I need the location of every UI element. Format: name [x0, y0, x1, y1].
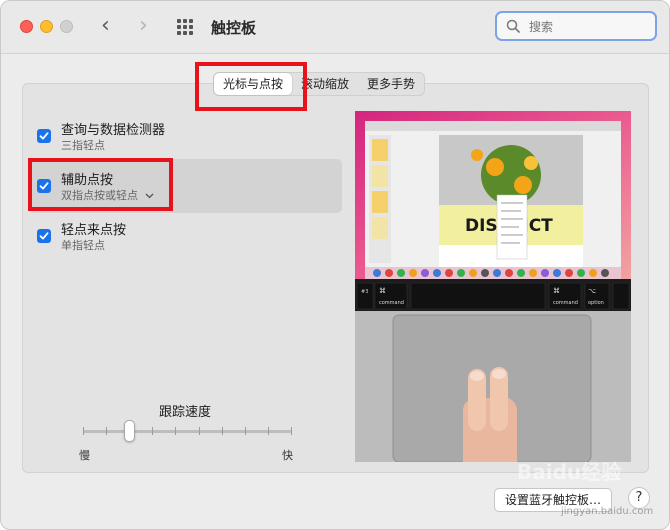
titlebar: ‹ › 触控板	[1, 1, 669, 54]
zoom-window-button[interactable]	[60, 20, 73, 33]
slider-max-label: 快	[282, 449, 293, 462]
slider-tick	[245, 427, 246, 435]
show-all-grid-icon[interactable]	[177, 19, 195, 35]
watermark-url: jingyan.baidu.com	[561, 506, 654, 517]
search-field[interactable]	[495, 11, 657, 41]
tap-to-click-checkbox[interactable]	[37, 229, 51, 243]
annotation-box-secondary-click	[28, 158, 173, 211]
watermark-logo: Baidu经验	[517, 460, 622, 484]
option-title: 查询与数据检测器	[61, 123, 166, 138]
lookup-checkbox[interactable]	[37, 129, 51, 143]
forward-chevron-icon[interactable]: ›	[139, 13, 148, 39]
checkmark-icon	[39, 232, 49, 240]
tracking-speed-label: 跟踪速度	[159, 405, 212, 420]
tab-more-gestures[interactable]: 更多手势	[358, 73, 424, 95]
slider-tick	[83, 427, 84, 435]
minimize-window-button[interactable]	[40, 20, 53, 33]
tracking-speed-thumb[interactable]	[123, 420, 135, 442]
option-subtitle: 三指轻点	[61, 139, 105, 152]
preview-key-command-left: command	[379, 300, 404, 306]
preview-key-command-right: command	[553, 300, 578, 306]
checkmark-icon	[39, 132, 49, 140]
slider-tick	[152, 427, 153, 435]
search-input[interactable]	[527, 16, 649, 38]
preview-key-command-symbol-right: ⌘	[553, 287, 560, 295]
slider-tick	[106, 427, 107, 435]
option-subtitle: 单指轻点	[61, 239, 105, 252]
preferences-window: ‹ › 触控板 光标与点按 滚动缩放 更多手势 查询与数据检测器 三指轻点	[0, 0, 670, 530]
slider-tick	[291, 427, 292, 435]
window-title: 触控板	[211, 19, 257, 37]
preview-key-option: option	[588, 300, 604, 306]
slider-tick	[175, 427, 176, 435]
option-title: 轻点来点按	[61, 223, 127, 238]
back-chevron-icon[interactable]: ‹	[101, 13, 110, 39]
preview-key-command-symbol-left: ⌘	[379, 287, 386, 295]
tracking-speed-slider[interactable]	[83, 430, 291, 433]
slider-tick	[222, 427, 223, 435]
annotation-box-tab	[195, 62, 307, 111]
preview-key-left-top: #3	[361, 289, 368, 295]
slider-tick	[268, 427, 269, 435]
preview-illustration: DISTRICT	[355, 111, 631, 462]
search-icon	[506, 19, 520, 33]
gesture-preview: DISTRICT	[355, 111, 631, 462]
slider-min-label: 慢	[79, 449, 90, 462]
preview-key-option-symbol: ⌥	[588, 287, 596, 295]
slider-tick	[199, 427, 200, 435]
close-window-button[interactable]	[20, 20, 33, 33]
